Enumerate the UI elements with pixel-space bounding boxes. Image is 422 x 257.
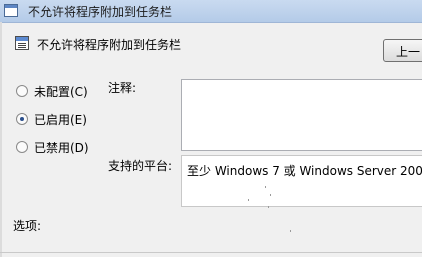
speckle xyxy=(268,206,269,208)
policy-setting-name: 不允许将程序附加到任务栏 xyxy=(37,38,182,52)
previous-setting-button[interactable]: 上一 xyxy=(383,39,422,62)
window-title: 不允许将程序附加到任务栏 xyxy=(28,5,173,19)
radio-label: 已启用(E) xyxy=(34,113,87,127)
comment-label: 注释: xyxy=(108,81,137,95)
policy-window-icon xyxy=(4,4,18,17)
radio-label: 未配置(C) xyxy=(34,85,88,99)
radio-circle-selected[interactable] xyxy=(16,113,28,125)
supported-on-field: 至少 Windows 7 或 Windows Server 2008 xyxy=(181,155,422,207)
speckle xyxy=(290,230,291,232)
supported-on-value: 至少 Windows 7 或 Windows Server 2008 xyxy=(187,164,422,178)
speckle xyxy=(248,199,249,201)
title-bar: 不允许将程序附加到任务栏 xyxy=(0,0,422,23)
comment-textarea[interactable] xyxy=(181,79,422,151)
supported-on-label: 支持的平台: xyxy=(108,159,173,173)
radio-circle[interactable] xyxy=(16,85,28,97)
speckle xyxy=(265,186,266,188)
options-panel-divider xyxy=(0,252,422,253)
speckle xyxy=(270,194,271,196)
radio-circle[interactable] xyxy=(16,141,28,153)
options-label: 选项: xyxy=(13,219,42,233)
window-left-border xyxy=(0,22,2,257)
policy-setting-icon xyxy=(15,36,29,50)
radio-label: 已禁用(D) xyxy=(34,141,89,155)
